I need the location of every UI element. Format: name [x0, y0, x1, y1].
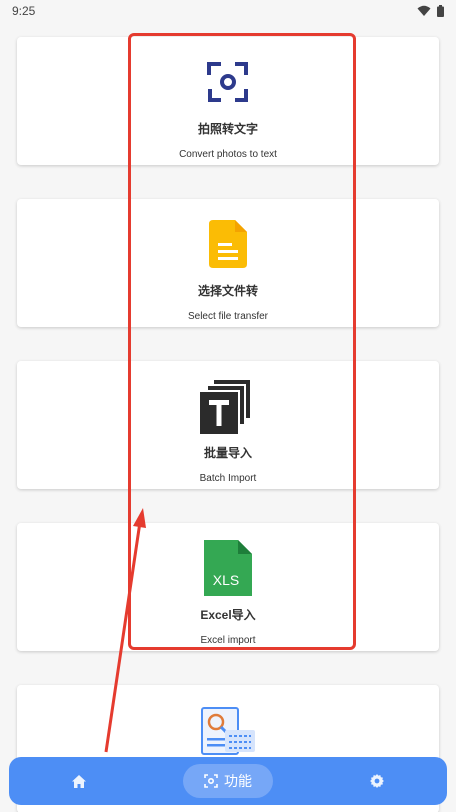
status-bar: 9:25	[0, 0, 456, 22]
xls-label: XLS	[213, 572, 239, 588]
gear-icon	[370, 774, 384, 788]
battery-icon	[437, 5, 444, 17]
card-title: 拍照转文字	[197, 122, 258, 136]
scan-icon	[204, 774, 218, 788]
nav-home-button[interactable]	[69, 771, 89, 791]
nav-features-button[interactable]: 功能	[183, 764, 273, 798]
card-subtitle: Convert photos to text	[179, 149, 277, 160]
home-icon	[72, 774, 86, 788]
bottom-nav: 功能	[9, 757, 447, 805]
card-subtitle: Batch Import	[199, 473, 257, 484]
card-subtitle: Select file transfer	[187, 311, 269, 322]
card-title: Excel导入	[200, 608, 256, 622]
card-icon-wrap	[209, 213, 247, 275]
card-title: 批量导入	[203, 446, 252, 460]
nav-features-label: 功能	[224, 773, 252, 789]
text-stack-icon	[200, 380, 250, 434]
wifi-icon	[417, 5, 431, 16]
image-scan-icon	[201, 707, 255, 755]
card-select-file[interactable]: 选择文件转 Select file transfer	[17, 199, 439, 327]
card-icon-wrap: XLS	[204, 537, 252, 599]
card-excel-import[interactable]: XLS Excel导入 Excel import	[17, 523, 439, 651]
scan-camera-icon	[207, 62, 248, 102]
card-icon-wrap	[199, 699, 257, 761]
card-batch-import[interactable]: 批量导入 Batch Import	[17, 361, 439, 489]
status-icons	[417, 5, 444, 17]
xls-file-icon: XLS	[204, 540, 252, 596]
status-time: 9:25	[12, 4, 36, 18]
card-icon-wrap	[200, 375, 256, 437]
document-icon	[209, 220, 247, 268]
card-title: 选择文件转	[197, 284, 258, 298]
nav-settings-button[interactable]	[367, 771, 387, 791]
card-subtitle: Excel import	[200, 635, 256, 646]
card-convert-photos[interactable]: 拍照转文字 Convert photos to text	[17, 37, 439, 165]
card-icon-wrap	[206, 51, 250, 113]
